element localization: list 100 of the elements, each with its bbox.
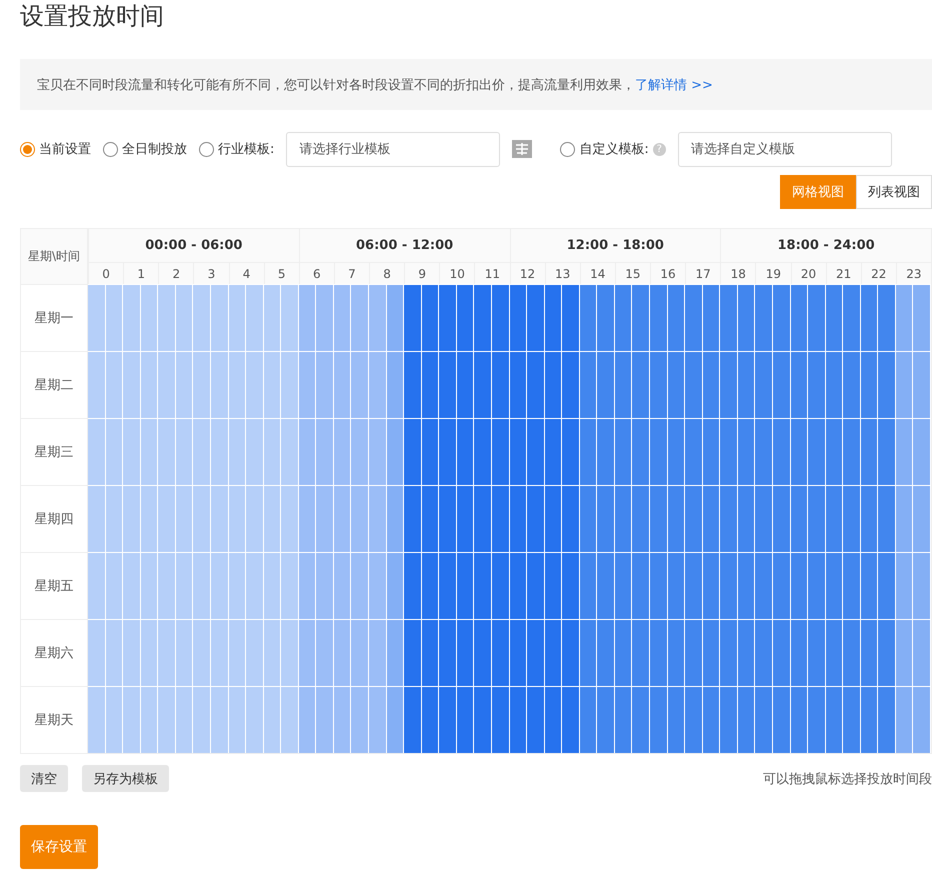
time-slot[interactable] bbox=[351, 686, 369, 753]
time-slot[interactable] bbox=[896, 418, 914, 485]
time-slot[interactable] bbox=[772, 418, 790, 485]
time-slot[interactable] bbox=[896, 686, 914, 753]
time-slot[interactable] bbox=[913, 485, 931, 552]
time-slot[interactable] bbox=[527, 485, 545, 552]
time-slot[interactable] bbox=[334, 485, 352, 552]
time-slot[interactable] bbox=[474, 351, 492, 418]
time-slot[interactable] bbox=[474, 485, 492, 552]
time-slot[interactable] bbox=[492, 619, 510, 686]
time-slot[interactable] bbox=[685, 485, 703, 552]
time-slot[interactable] bbox=[439, 619, 457, 686]
time-slot[interactable] bbox=[878, 552, 896, 619]
time-slot[interactable] bbox=[614, 485, 632, 552]
time-slot[interactable] bbox=[860, 351, 878, 418]
time-slot[interactable] bbox=[527, 686, 545, 753]
time-slot[interactable] bbox=[860, 485, 878, 552]
time-slot[interactable] bbox=[527, 351, 545, 418]
time-slot[interactable] bbox=[422, 552, 440, 619]
time-slot[interactable] bbox=[580, 552, 598, 619]
time-slot[interactable] bbox=[404, 619, 422, 686]
time-slot[interactable] bbox=[685, 418, 703, 485]
time-slot[interactable] bbox=[597, 284, 615, 351]
time-slot[interactable] bbox=[843, 485, 861, 552]
time-slot[interactable] bbox=[456, 418, 474, 485]
time-slot[interactable] bbox=[510, 686, 528, 753]
radio-icon[interactable] bbox=[560, 142, 576, 156]
time-slot[interactable] bbox=[738, 552, 756, 619]
time-slot[interactable] bbox=[720, 485, 738, 552]
time-slot[interactable] bbox=[738, 418, 756, 485]
time-slot[interactable] bbox=[860, 619, 878, 686]
time-slot[interactable] bbox=[386, 686, 404, 753]
time-slot[interactable] bbox=[527, 418, 545, 485]
time-slot[interactable] bbox=[720, 351, 738, 418]
time-slot[interactable] bbox=[826, 418, 844, 485]
time-slot[interactable] bbox=[702, 686, 720, 753]
view-tab[interactable]: 列表视图 bbox=[856, 175, 932, 209]
time-slot[interactable] bbox=[772, 686, 790, 753]
time-slot[interactable] bbox=[580, 418, 598, 485]
time-slot[interactable] bbox=[668, 284, 686, 351]
time-slot[interactable] bbox=[755, 485, 773, 552]
time-slot[interactable] bbox=[650, 351, 668, 418]
time-slot[interactable] bbox=[544, 619, 562, 686]
time-slot[interactable] bbox=[685, 619, 703, 686]
time-slot[interactable] bbox=[439, 686, 457, 753]
mode-radio[interactable]: 自定义模板: bbox=[560, 140, 649, 158]
time-slot[interactable] bbox=[808, 485, 826, 552]
time-slot[interactable] bbox=[334, 686, 352, 753]
time-slot[interactable] bbox=[860, 284, 878, 351]
time-slot[interactable] bbox=[614, 686, 632, 753]
time-slot[interactable] bbox=[386, 619, 404, 686]
time-slot[interactable] bbox=[878, 619, 896, 686]
time-slot[interactable] bbox=[860, 418, 878, 485]
time-slot[interactable] bbox=[597, 485, 615, 552]
time-slot[interactable] bbox=[896, 552, 914, 619]
time-slot[interactable] bbox=[404, 351, 422, 418]
time-slot[interactable] bbox=[632, 351, 650, 418]
time-slot[interactable] bbox=[614, 284, 632, 351]
time-slot[interactable] bbox=[720, 284, 738, 351]
time-slot[interactable] bbox=[386, 351, 404, 418]
time-slot[interactable] bbox=[878, 485, 896, 552]
time-slot[interactable] bbox=[316, 552, 334, 619]
time-slot[interactable] bbox=[720, 619, 738, 686]
time-slot[interactable] bbox=[790, 485, 808, 552]
time-slot[interactable] bbox=[422, 284, 440, 351]
time-slot[interactable] bbox=[298, 418, 316, 485]
time-slot[interactable] bbox=[439, 418, 457, 485]
time-slot[interactable] bbox=[386, 284, 404, 351]
time-slot[interactable] bbox=[562, 552, 580, 619]
time-slot[interactable] bbox=[790, 686, 808, 753]
time-slot[interactable] bbox=[896, 619, 914, 686]
time-slot[interactable] bbox=[650, 619, 668, 686]
time-slot[interactable] bbox=[808, 552, 826, 619]
time-slot[interactable] bbox=[456, 686, 474, 753]
time-slot[interactable] bbox=[720, 686, 738, 753]
time-slot[interactable] bbox=[544, 284, 562, 351]
radio-icon[interactable] bbox=[20, 142, 35, 156]
time-slot[interactable] bbox=[510, 485, 528, 552]
time-slot[interactable] bbox=[334, 284, 352, 351]
time-slot[interactable] bbox=[772, 351, 790, 418]
time-slot[interactable] bbox=[843, 418, 861, 485]
time-slot[interactable] bbox=[720, 552, 738, 619]
time-slot[interactable] bbox=[439, 485, 457, 552]
time-slot[interactable] bbox=[808, 284, 826, 351]
template-select[interactable]: 请选择自定义模版 bbox=[678, 132, 892, 166]
time-slot[interactable] bbox=[878, 284, 896, 351]
time-slot[interactable] bbox=[404, 686, 422, 753]
time-slot[interactable] bbox=[386, 485, 404, 552]
time-slot[interactable] bbox=[843, 284, 861, 351]
time-slot[interactable] bbox=[386, 418, 404, 485]
time-slot[interactable] bbox=[298, 552, 316, 619]
time-slot[interactable] bbox=[878, 686, 896, 753]
time-slot[interactable] bbox=[738, 686, 756, 753]
time-slot[interactable] bbox=[685, 686, 703, 753]
template-select[interactable]: 请选择行业模板 bbox=[286, 132, 500, 166]
time-slot[interactable] bbox=[562, 686, 580, 753]
time-slot[interactable] bbox=[668, 552, 686, 619]
time-slot[interactable] bbox=[790, 351, 808, 418]
action-button[interactable]: 清空 bbox=[20, 765, 68, 792]
time-slot[interactable] bbox=[580, 351, 598, 418]
